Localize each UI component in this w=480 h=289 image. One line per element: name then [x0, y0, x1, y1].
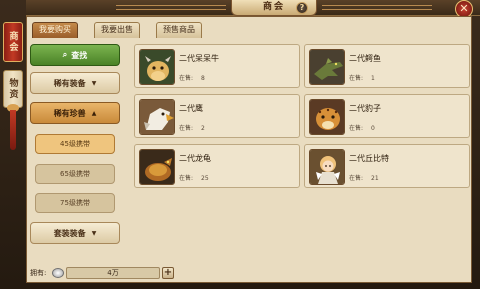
item-stock: 在售: 2	[179, 125, 205, 132]
search-icon: ⌕	[62, 50, 68, 59]
owned-label: 拥有:	[30, 269, 47, 277]
silver-coin-icon	[52, 268, 64, 278]
eagle-pet-icon	[139, 99, 175, 135]
title-decor-left	[116, 5, 226, 10]
category-menu: ⌕ 查找 稀有装备 ▼ 稀有珍兽 ▲ 45级携带 65级携带 75级携带 套装装…	[30, 40, 120, 260]
cow-pet-icon	[139, 49, 175, 85]
title-bar: 商会	[26, 0, 480, 16]
item-card[interactable]: 二代丘比特 在售: 21	[304, 144, 470, 188]
subcategory-level-45[interactable]: 45级携带	[35, 134, 115, 154]
item-stock: 在售: 25	[179, 175, 209, 182]
item-card[interactable]: 二代呆呆牛 在售: 8	[134, 44, 300, 88]
tab-sell[interactable]: 我要出售	[94, 22, 140, 38]
item-name: 二代鳄鱼	[349, 54, 381, 63]
add-currency-button[interactable]: +	[162, 267, 174, 279]
category-label: 套装装备	[53, 228, 86, 238]
item-name: 二代丘比特	[349, 154, 389, 163]
side-tab-goods[interactable]: 物资	[3, 70, 23, 108]
item-card[interactable]: 二代豹子 在售: 0	[304, 94, 470, 138]
cupid-pet-icon	[309, 149, 345, 185]
search-label: 查找	[71, 50, 88, 60]
chevron-down-icon: ▼	[91, 229, 97, 237]
category-rare-equipment[interactable]: 稀有装备 ▼	[30, 72, 120, 94]
currency-amount: 4万	[66, 267, 160, 279]
search-button[interactable]: ⌕ 查找	[30, 44, 120, 66]
category-label: 稀有装备	[53, 78, 86, 88]
leopard-pet-icon	[309, 99, 345, 135]
crocodile-pet-icon	[309, 49, 345, 85]
item-card[interactable]: 二代鳄鱼 在售: 1	[304, 44, 470, 88]
item-card[interactable]: 二代鹰 在售: 2	[134, 94, 300, 138]
help-icon[interactable]: ?	[296, 2, 308, 14]
item-stock: 在售: 21	[349, 175, 379, 182]
chevron-down-icon: ▼	[91, 79, 97, 87]
subcategory-level-65[interactable]: 65级携带	[35, 164, 115, 184]
category-label: 稀有珍兽	[53, 108, 86, 118]
tab-presale[interactable]: 预售商品	[156, 22, 202, 38]
title-decor-right	[322, 5, 432, 10]
currency-bar: 拥有: 4万 +	[28, 266, 472, 280]
item-stock: 在售: 1	[349, 75, 375, 82]
item-name: 二代龙龟	[179, 154, 211, 163]
tab-buy[interactable]: 我要购买	[32, 22, 78, 38]
category-set-equipment[interactable]: 套装装备 ▼	[30, 222, 120, 244]
side-tab-shop[interactable]: 商会	[3, 22, 23, 62]
subcategory-level-75[interactable]: 75级携带	[35, 193, 115, 213]
dragon-turtle-pet-icon	[139, 149, 175, 185]
item-stock: 在售: 0	[349, 125, 375, 132]
item-name: 二代鹰	[179, 104, 203, 113]
item-name: 二代呆呆牛	[179, 54, 219, 63]
category-rare-pets[interactable]: 稀有珍兽 ▲	[30, 102, 120, 124]
tassel-decor	[10, 110, 16, 150]
shop-window: 商会 物资 商会 ? ✕ 我要购买 我要出售 预售商品 ⌕ 查找 稀有装备 ▼ …	[0, 0, 480, 289]
item-stock: 在售: 8	[179, 75, 205, 82]
chevron-up-icon: ▲	[91, 109, 97, 117]
item-card[interactable]: 二代龙龟 在售: 25	[134, 144, 300, 188]
item-name: 二代豹子	[349, 104, 381, 113]
